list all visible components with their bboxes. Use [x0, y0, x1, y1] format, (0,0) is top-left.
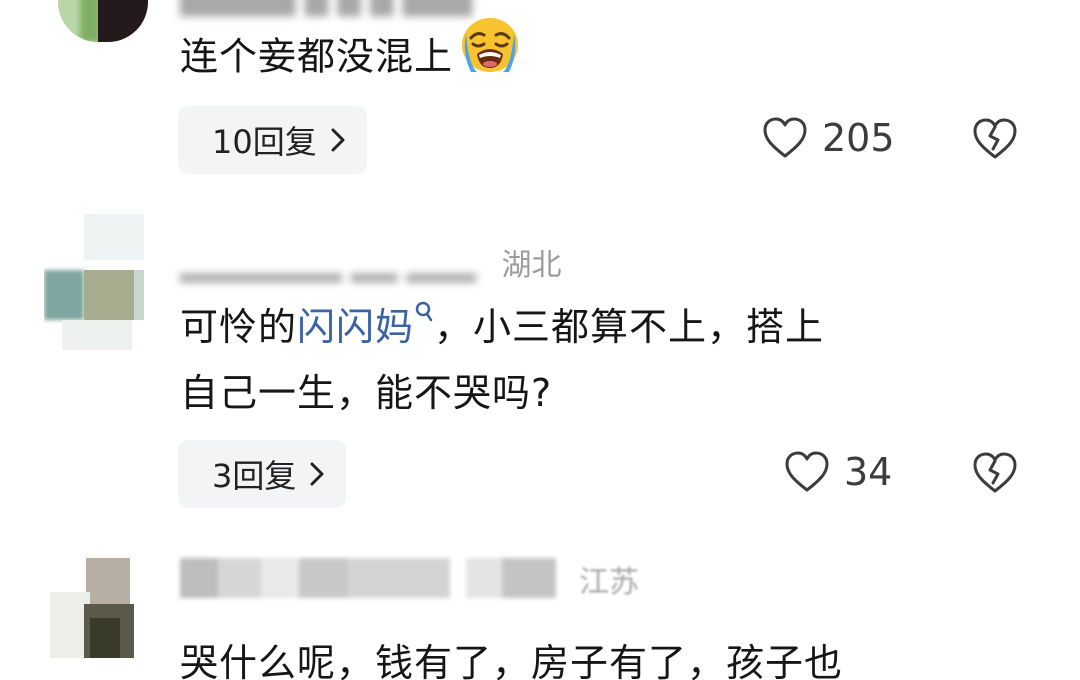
broken-heart-icon [973, 452, 1017, 493]
comment-text: 可怜的闪闪妈 ，小三都算不上，搭上 [180, 294, 824, 360]
comment-meta: ▇▇▇▇▇ ▇ ▇ ▇ ▇▇▇ [180, 0, 472, 17]
comment-text: 连个妾都没混上 [180, 18, 523, 100]
comment-meta: 江苏 [180, 558, 639, 608]
like-count: 34 [844, 450, 893, 494]
broken-heart-icon [973, 118, 1017, 159]
heart-outline-icon [763, 117, 807, 158]
chevron-right-icon [310, 462, 324, 486]
comment-meta: ▂▂▂▂▂▂▂ ▂▂ ▂▂▂ 湖北 [180, 240, 561, 284]
comment-text-line: 哭什么呢，钱有了，房子有了，孩子也 [180, 641, 844, 680]
comment-text: 自己一生，能不哭吗? [180, 360, 552, 426]
comment-text-line: 连个妾都没混上 [180, 34, 454, 79]
view-replies-button[interactable]: 10回复 [178, 106, 367, 174]
avatar[interactable] [44, 214, 144, 354]
like-count: 205 [822, 116, 895, 160]
reply-count-label: 10回复 [212, 123, 317, 161]
location-label: 江苏 [579, 565, 640, 600]
comment-item: ▂▂▂▂▂▂▂ ▂▂ ▂▂▂ 湖北 可怜的闪闪妈 ，小三都算不上，搭上 自己一生，… [0, 200, 1080, 540]
comment-text-line: 自己一生，能不哭吗? [180, 371, 553, 415]
view-replies-button[interactable]: 3回复 [178, 440, 347, 508]
comment-item: 江苏 哭什么呢，钱有了，房子有了，孩子也 [0, 540, 1080, 680]
search-icon[interactable] [414, 300, 434, 330]
username[interactable]: ▂▂▂▂▂▂▂ ▂▂ ▂▂▂ [180, 248, 476, 283]
chevron-right-icon [331, 128, 345, 152]
loudly-crying-face-icon [457, 14, 523, 96]
timestamp [465, 558, 556, 598]
comment-text-segment: ，小三都算不上，搭上 [434, 305, 825, 349]
username[interactable]: ▇▇▇▇▇ ▇ ▇ ▇ ▇▇▇ [180, 0, 472, 17]
like-button[interactable]: 205 [762, 116, 895, 160]
dislike-button[interactable] [972, 118, 1018, 164]
comment-text: 哭什么呢，钱有了，房子有了，孩子也 [180, 630, 843, 680]
avatar[interactable] [58, 0, 148, 42]
comment-item: ▇▇▇▇▇ ▇ ▇ ▇ ▇▇▇ 连个妾都没混上 10回复 [0, 0, 1080, 200]
heart-outline-icon [785, 451, 829, 492]
reply-count-label: 3回复 [212, 457, 297, 495]
username[interactable] [180, 558, 450, 598]
comment-list: ▇▇▇▇▇ ▇ ▇ ▇ ▇▇▇ 连个妾都没混上 10回复 [0, 0, 1080, 680]
location-label: 湖北 [501, 248, 562, 283]
search-keyword-link[interactable]: 闪闪妈 [297, 305, 414, 349]
avatar[interactable] [50, 558, 134, 658]
comment-text-segment: 可怜的 [180, 305, 298, 349]
like-button[interactable]: 34 [784, 450, 892, 494]
dislike-button[interactable] [972, 452, 1018, 498]
